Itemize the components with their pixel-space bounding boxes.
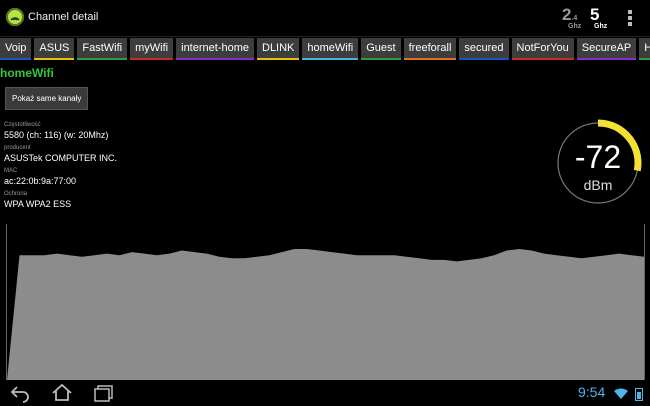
app-logo-icon[interactable] (6, 8, 24, 26)
band-24ghz-toggle[interactable]: 2.4 Ghz (562, 5, 581, 30)
wifi-signal-icon (614, 388, 628, 399)
recent-apps-icon[interactable] (92, 383, 116, 403)
ssid-tab-secured[interactable]: secured (459, 38, 509, 60)
ssid-tab-hidd[interactable]: Hidd (639, 38, 650, 60)
frequency-value: 5580 (ch: 116) (w: 20Mhz) (4, 130, 109, 140)
back-icon[interactable] (8, 383, 32, 403)
producer-value: ASUSTek COMPUTER INC. (4, 153, 118, 163)
ssid-tab-dlink[interactable]: DLINK (257, 38, 300, 60)
screen-title: Channel detail (28, 11, 99, 23)
band-5-unit: Ghz (594, 23, 608, 30)
frequency-label: Częstotliwość (4, 122, 41, 128)
ssid-tab-guest[interactable]: Guest (361, 38, 401, 60)
signal-history-graph (6, 224, 645, 380)
producer-label: producent (4, 145, 31, 151)
ssid-tab-voip[interactable]: Voip (0, 38, 32, 60)
battery-icon (635, 388, 643, 401)
overflow-menu-icon[interactable] (628, 10, 632, 28)
ssid-tab-homewifi[interactable]: homeWifi (302, 38, 359, 60)
ssid-tab-mywifi[interactable]: myWifi (130, 38, 174, 60)
network-details: Częstotliwość 5580 (ch: 116) (w: 20Mhz) … (4, 121, 117, 213)
band-24-sub: .4 (571, 15, 578, 22)
signal-gauge: -72 dBm (552, 117, 644, 209)
security-value: WPA WPA2 ESS (4, 199, 72, 209)
signal-value: -72 (574, 139, 622, 175)
action-bar: Channel detail 2.4 Ghz 5 Ghz (0, 0, 650, 37)
signal-history-svg (7, 249, 644, 380)
ssid-tab-fastwifi[interactable]: FastWifi (77, 38, 128, 60)
ssid-tabs: Voip ASUS FastWifi myWifi internet-home DLINK… (0, 38, 650, 60)
band-24-unit: Ghz (568, 23, 582, 30)
band-5ghz-toggle[interactable]: 5 Ghz (590, 5, 607, 30)
network-name: homeWifi (0, 66, 54, 80)
ssid-tab-internet-home[interactable]: internet-home (176, 38, 254, 60)
ssid-tab-freeforall[interactable]: freeforall (403, 38, 457, 60)
show-same-channels-button[interactable]: Pokaż same kanały (5, 87, 89, 110)
mac-value: ac:22:0b:9a:77:00 (4, 176, 77, 186)
security-label: Ochrona (4, 191, 28, 197)
mac-label: MAC (4, 168, 18, 174)
status-clock: 9:54 (578, 384, 606, 400)
signal-unit: dBm (583, 177, 613, 193)
home-icon[interactable] (50, 383, 74, 403)
system-nav-bar (0, 380, 650, 406)
signal-area (7, 249, 644, 380)
band-5-main: 5 (590, 5, 600, 24)
ssid-tab-secureap[interactable]: SecureAP (576, 38, 637, 60)
ssid-tab-asus[interactable]: ASUS (34, 38, 75, 60)
ssid-tab-notforyou[interactable]: NotForYou (511, 38, 574, 60)
